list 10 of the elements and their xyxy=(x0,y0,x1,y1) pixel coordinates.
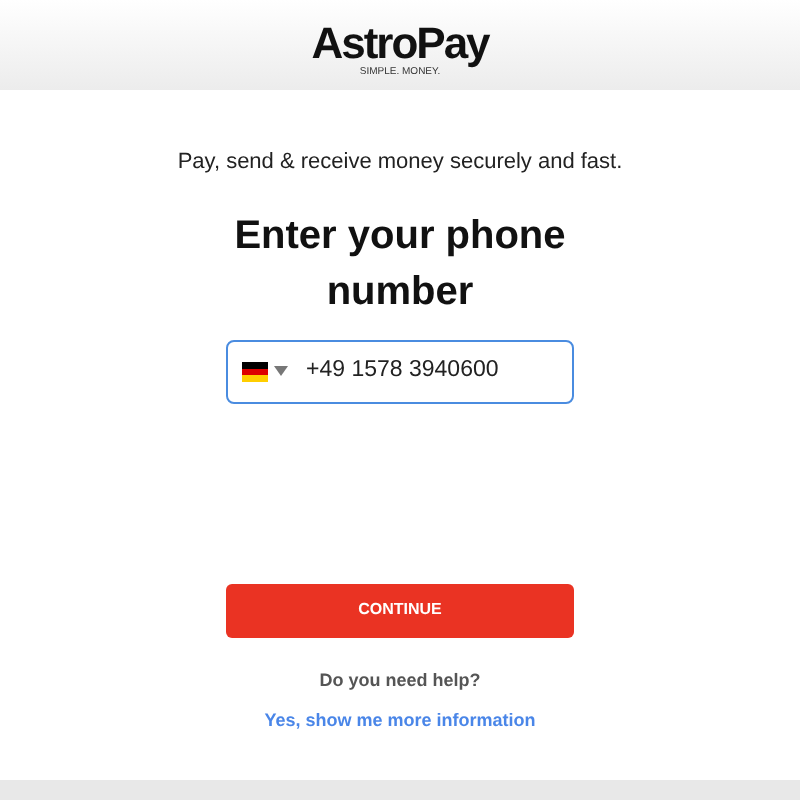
flag-icon[interactable] xyxy=(242,361,268,381)
more-info-link[interactable]: Yes, show me more information xyxy=(264,710,536,730)
help-question: Do you need help? xyxy=(317,667,483,694)
caret-icon[interactable] xyxy=(274,366,288,376)
phone-field[interactable]: +49 1578 3940600 xyxy=(226,339,574,403)
subtitle: Pay, send & receive money securely and fast. xyxy=(175,148,625,178)
continue-button[interactable]: CONTINUE xyxy=(226,583,574,637)
phone-input[interactable]: +49 1578 3940600 xyxy=(306,353,546,389)
page-title: Enter your phone number xyxy=(232,211,568,317)
logo[interactable]: AstroPay xyxy=(311,21,489,65)
